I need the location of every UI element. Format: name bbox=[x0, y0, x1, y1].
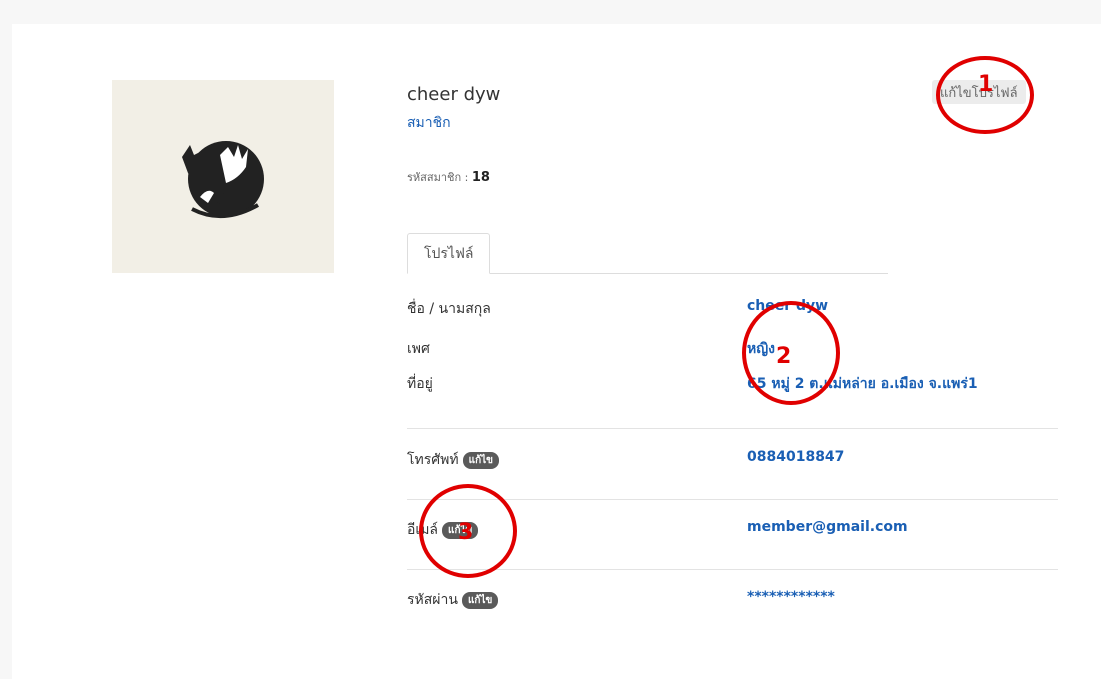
gender-label: เพศ bbox=[407, 341, 430, 357]
phone-row-label: โทรศัพท์ แก้ไข bbox=[407, 449, 499, 471]
member-id-label: รหัสสมาชิก : bbox=[407, 171, 469, 184]
password-row-label: รหัสผ่าน แก้ไข bbox=[407, 589, 499, 611]
address-value: 65 หมู่ 2 ต.แม่หล่าย อ.เมือง จ.แพร่1 bbox=[747, 376, 978, 392]
password-label: รหัสผ่าน bbox=[407, 592, 458, 608]
annotation-number-2: 2 bbox=[776, 344, 792, 369]
cat-logo-icon bbox=[182, 140, 264, 218]
password-value: ************ bbox=[747, 589, 835, 605]
profile-name: cheer dyw bbox=[407, 84, 501, 105]
name-label: ชื่อ / นามสกุล bbox=[407, 301, 491, 317]
email-label: อีเมล์ bbox=[407, 522, 439, 538]
annotation-number-3: 3 bbox=[458, 520, 474, 545]
edit-password-button[interactable]: แก้ไข bbox=[461, 591, 499, 609]
edit-phone-button[interactable]: แก้ไข bbox=[462, 451, 499, 469]
phone-label: โทรศัพท์ bbox=[407, 452, 459, 468]
tab-profile[interactable]: โปรไฟล์ bbox=[407, 233, 491, 274]
phone-value: 0884018847 bbox=[747, 449, 845, 465]
avatar bbox=[112, 80, 334, 273]
divider bbox=[407, 499, 1058, 500]
divider bbox=[407, 569, 1058, 570]
email-value: member@gmail.com bbox=[747, 519, 908, 535]
annotation-number-1: 1 bbox=[978, 72, 994, 97]
tab-bar: โปรไฟล์ bbox=[407, 233, 888, 274]
name-value: cheer dyw bbox=[747, 298, 829, 314]
member-id-value: 18 bbox=[471, 170, 490, 185]
divider bbox=[407, 428, 1058, 429]
member-id: รหัสสมาชิก : 18 bbox=[407, 168, 490, 186]
address-label: ที่อยู่ bbox=[407, 376, 433, 392]
gender-value: หญิง bbox=[747, 341, 775, 357]
profile-role: สมาชิก bbox=[407, 115, 451, 131]
